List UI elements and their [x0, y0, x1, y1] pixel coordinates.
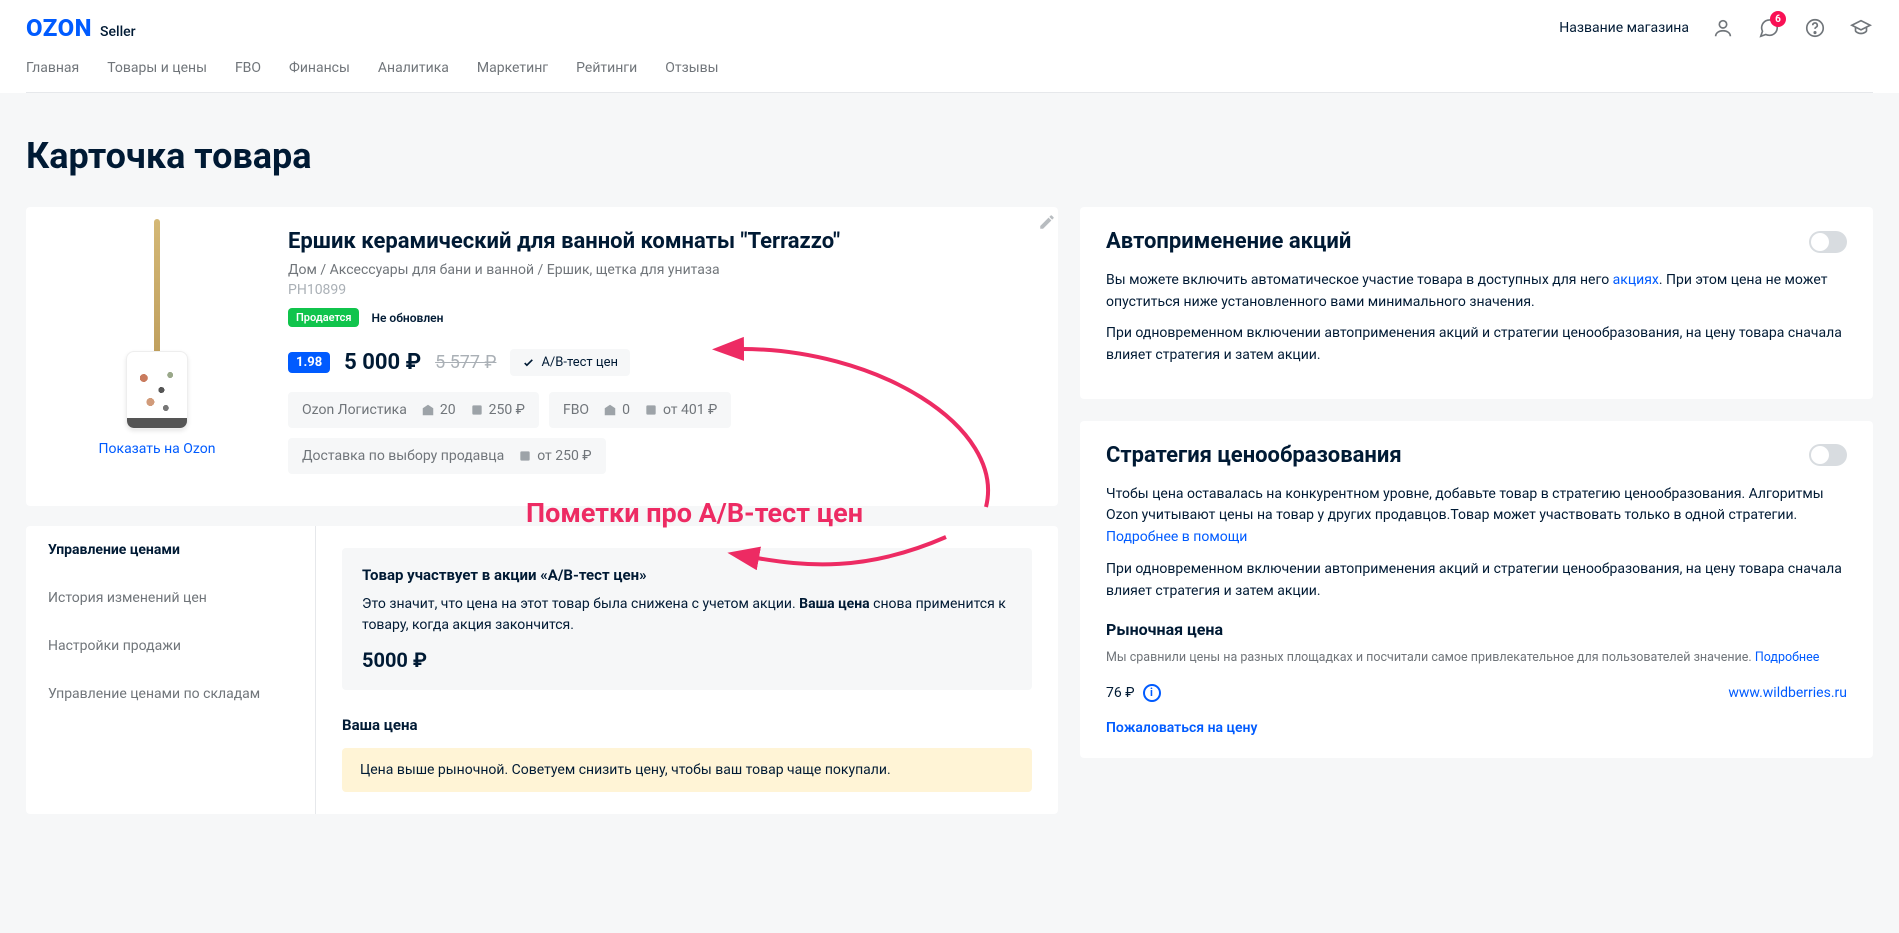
show-on-ozon-link[interactable]: Показать на Ozon: [99, 441, 216, 457]
pricing-strategy-toggle[interactable]: [1809, 444, 1847, 466]
ab-test-info-box: Товар участвует в акции «A/B-тест цен» Э…: [342, 548, 1032, 690]
product-sku: PH10899: [288, 282, 1032, 298]
warehouse-icon: [421, 403, 435, 417]
logo-sub: Seller: [100, 24, 136, 40]
nav-reviews[interactable]: Отзывы: [665, 60, 718, 92]
check-icon: [522, 356, 535, 369]
logistics-ozon-from: 250 ₽: [489, 402, 525, 418]
complain-price-link[interactable]: Пожаловаться на цену: [1106, 720, 1847, 736]
pricing-strategy-title: Стратегия ценообразования: [1106, 443, 1402, 468]
percent-icon: [644, 403, 658, 417]
your-price-label: Ваша цена: [342, 716, 1032, 734]
market-price-desc: Мы сравнили цены на разных площадках и п…: [1106, 649, 1847, 668]
tab-warehouse-prices[interactable]: Управление ценами по складам: [26, 670, 315, 718]
nav-products[interactable]: Товары и цены: [107, 60, 207, 92]
logistics-ozon-stock: 20: [440, 402, 456, 418]
market-price-value: 76 ₽: [1106, 685, 1135, 701]
info-icon[interactable]: i: [1143, 684, 1161, 702]
page-title: Карточка товара: [26, 135, 1873, 177]
main-nav: Главная Товары и цены FBO Финансы Аналит…: [26, 60, 1873, 93]
logistics-fbo-stock: 0: [622, 402, 630, 418]
nav-main[interactable]: Главная: [26, 60, 79, 92]
ab-test-label: A/B-тест цен: [541, 355, 618, 370]
auto-promo-text-2: При одновременном включении автоприменен…: [1106, 323, 1847, 366]
store-name[interactable]: Название магазина: [1559, 20, 1689, 36]
percent-icon: [518, 449, 532, 463]
auto-promo-toggle[interactable]: [1809, 231, 1847, 253]
nav-ratings[interactable]: Рейтинги: [576, 60, 637, 92]
ab-test-chip: A/B-тест цен: [510, 349, 630, 376]
info-box-text: Это значит, что цена на этот товар была …: [362, 594, 1012, 636]
nav-finance[interactable]: Финансы: [289, 60, 350, 92]
tab-sale-settings[interactable]: Настройки продажи: [26, 622, 315, 670]
tab-price-history[interactable]: История изменений цен: [26, 574, 315, 622]
price-old: 5 577 ₽: [435, 352, 496, 373]
percent-icon: [470, 403, 484, 417]
user-icon[interactable]: [1711, 16, 1735, 40]
logistics-seller-label: Доставка по выбору продавца: [302, 448, 504, 464]
help-link[interactable]: Подробнее в помощи: [1106, 529, 1247, 545]
logistics-fbo[interactable]: FBO 0 от 401 ₽: [549, 392, 731, 428]
breadcrumb: Дом / Аксессуары для бани и ванной / Ерш…: [288, 262, 1032, 278]
price-current: 5 000 ₽: [344, 350, 421, 375]
chat-icon[interactable]: 6: [1757, 16, 1781, 40]
logistics-seller-from: от 250 ₽: [537, 448, 591, 464]
nav-fbo[interactable]: FBO: [235, 60, 261, 92]
auto-promo-text-1: Вы можете включить автоматическое участи…: [1106, 270, 1847, 313]
product-card: Показать на Ozon Ершик керамический для …: [26, 207, 1058, 506]
logo-brand: OZON: [26, 14, 92, 42]
notif-badge: 6: [1770, 11, 1786, 27]
logo[interactable]: OZON Seller: [26, 14, 136, 42]
pricing-strategy-text-1: Чтобы цена оставалась на конкурентном ур…: [1106, 484, 1847, 549]
promotions-link[interactable]: акциях: [1613, 272, 1659, 288]
tab-price-management[interactable]: Управление ценами: [26, 526, 315, 574]
auto-promo-title: Автоприменение акций: [1106, 229, 1351, 254]
status-not-updated: Не обновлен: [371, 311, 443, 325]
logistics-seller[interactable]: Доставка по выбору продавца от 250 ₽: [288, 438, 606, 474]
logistics-fbo-label: FBO: [563, 402, 589, 418]
market-source-link[interactable]: www.wildberries.ru: [1728, 685, 1847, 701]
logistics-ozon-label: Ozon Логистика: [302, 402, 407, 418]
tabs-sidebar: Управление ценами История изменений цен …: [26, 526, 316, 814]
nav-analytics[interactable]: Аналитика: [378, 60, 449, 92]
logistics-ozon[interactable]: Ozon Логистика 20 250 ₽: [288, 392, 539, 428]
pricing-strategy-card: Стратегия ценообразования Чтобы цена ост…: [1080, 421, 1873, 758]
auto-promo-card: Автоприменение акций Вы можете включить …: [1080, 207, 1873, 399]
product-image[interactable]: [77, 229, 237, 429]
info-box-price: 5000 ₽: [362, 648, 1012, 672]
edit-icon[interactable]: [1038, 213, 1056, 235]
logistics-fbo-from: от 401 ₽: [663, 402, 717, 418]
price-warning-alert: Цена выше рыночной. Советуем снизить цен…: [342, 748, 1032, 792]
market-price-label: Рыночная цена: [1106, 620, 1847, 639]
education-icon[interactable]: [1849, 16, 1873, 40]
rating-badge: 1.98: [288, 352, 330, 373]
status-selling-badge: Продается: [288, 308, 359, 327]
product-title: Ершик керамический для ванной комнаты "T…: [288, 229, 1032, 254]
market-more-link[interactable]: Подробнее: [1755, 650, 1820, 665]
help-icon[interactable]: [1803, 16, 1827, 40]
nav-marketing[interactable]: Маркетинг: [477, 60, 548, 92]
info-box-title: Товар участвует в акции «A/B-тест цен»: [362, 566, 1012, 584]
warehouse-icon: [603, 403, 617, 417]
pricing-strategy-text-2: При одновременном включении автоприменен…: [1106, 559, 1847, 602]
